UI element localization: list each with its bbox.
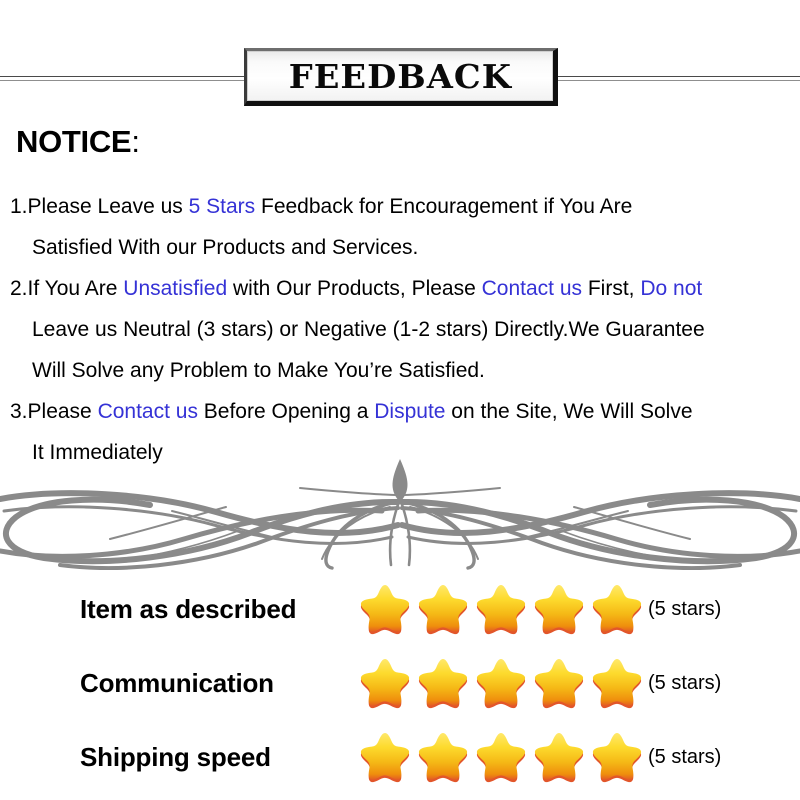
notice-text: on the Site, We Will Solve xyxy=(445,400,693,423)
highlighted-text: Contact us xyxy=(97,400,198,423)
star-icon[interactable] xyxy=(590,656,644,710)
star-icon[interactable] xyxy=(474,656,528,710)
highlighted-text: Contact us xyxy=(481,277,583,300)
banner-title: FEEDBACK xyxy=(288,56,512,96)
star-icon[interactable] xyxy=(358,582,412,636)
notice-item-line: Leave us Neutral (3 stars) or Negative (… xyxy=(10,309,800,350)
star-count-note: (5 stars) xyxy=(648,597,722,620)
star-icon[interactable] xyxy=(416,582,470,636)
notice-text: If You Are xyxy=(27,277,124,300)
header-rule-right xyxy=(552,76,800,81)
star-icon[interactable] xyxy=(358,656,412,710)
notice-heading-text: NOTICE xyxy=(16,124,132,159)
rating-label: Shipping speed xyxy=(80,741,271,772)
notice-item-number: 1. xyxy=(10,195,28,218)
rating-label: Communication xyxy=(80,667,274,698)
notice-text: Will Solve any Problem to Make You’re Sa… xyxy=(32,359,485,382)
notice-text: First, xyxy=(582,277,641,300)
star-rating[interactable] xyxy=(358,730,644,784)
notice-text: Satisfied With our Products and Services… xyxy=(32,236,419,259)
notice-list: 1.Please Leave us 5 Stars Feedback for E… xyxy=(10,186,800,473)
ratings-section: Item as described (5 stars) Communication (… xyxy=(0,572,800,794)
header-rule-left xyxy=(0,76,248,81)
notice-item-line: Please Contact us Before Opening a Dispu… xyxy=(28,400,693,423)
star-rating[interactable] xyxy=(358,656,644,710)
notice-text: with Our Products, Please xyxy=(227,277,482,300)
notice-item-line: Please Leave us 5 Stars Feedback for Enc… xyxy=(28,195,633,218)
notice-heading-colon: : xyxy=(131,124,140,159)
notice-item-number: 3. xyxy=(10,400,28,423)
star-icon[interactable] xyxy=(474,730,528,784)
notice-text: Leave us Neutral (3 stars) or Negative (… xyxy=(32,318,705,341)
star-icon[interactable] xyxy=(416,730,470,784)
notice-item-line: Will Solve any Problem to Make You’re Sa… xyxy=(10,350,800,391)
star-icon[interactable] xyxy=(532,730,586,784)
notice-item-line: Satisfied With our Products and Services… xyxy=(10,227,800,268)
rating-row: Shipping speed (5 stars) xyxy=(0,720,800,794)
rating-row: Item as described (5 stars) xyxy=(0,572,800,646)
notice-text: Please xyxy=(27,400,98,423)
star-count-note: (5 stars) xyxy=(648,745,722,768)
ornament-divider xyxy=(0,455,800,570)
rating-row: Communication (5 stars) xyxy=(0,646,800,720)
star-icon[interactable] xyxy=(532,656,586,710)
page-title: NOTICE: xyxy=(16,124,140,160)
notice-item-number: 2. xyxy=(10,277,28,300)
highlighted-text: Dispute xyxy=(374,400,446,423)
star-count-note: (5 stars) xyxy=(648,671,722,694)
notice-text: Please Leave us xyxy=(27,195,189,218)
notice-text: Feedback for Encouragement if You Are xyxy=(261,195,633,218)
star-rating[interactable] xyxy=(358,582,644,636)
highlighted-text: Unsatisfied xyxy=(123,277,228,300)
notice-item: 1.Please Leave us 5 Stars Feedback for E… xyxy=(10,186,800,268)
star-icon[interactable] xyxy=(416,656,470,710)
star-icon[interactable] xyxy=(590,730,644,784)
star-icon[interactable] xyxy=(474,582,528,636)
feedback-header: FEEDBACK xyxy=(0,0,800,112)
star-icon[interactable] xyxy=(590,582,644,636)
star-icon[interactable] xyxy=(358,730,412,784)
highlighted-text: 5 Stars xyxy=(188,195,261,218)
notice-item-line: If You Are Unsatisfied with Our Products… xyxy=(28,277,703,300)
notice-text: Before Opening a xyxy=(197,400,375,423)
feedback-banner-inner: FEEDBACK xyxy=(247,51,553,101)
star-icon[interactable] xyxy=(532,582,586,636)
rating-label: Item as described xyxy=(80,593,297,624)
feedback-banner: FEEDBACK xyxy=(244,48,558,106)
highlighted-text: Do not xyxy=(640,277,703,300)
notice-item: 2.If You Are Unsatisfied with Our Produc… xyxy=(10,268,800,391)
